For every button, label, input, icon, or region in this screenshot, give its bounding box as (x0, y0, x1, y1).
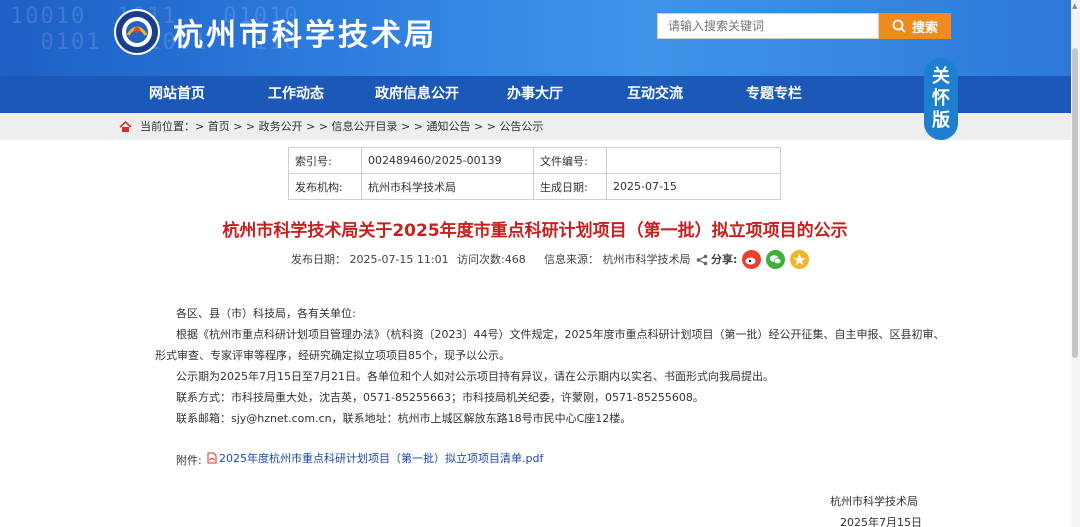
view-count: 访问次数:468 (457, 253, 526, 266)
generated-date-value: 2025-07-15 (606, 173, 781, 200)
pdf-icon (207, 452, 217, 464)
nav-item-service-hall[interactable]: 办事大厅 (507, 76, 563, 113)
attachment-label: 附件: (176, 454, 202, 467)
table-row: 发布机构: 杭州市科学技术局 生成日期: 2025-07-15 (288, 173, 781, 200)
signature-org: 杭州市科学技术局 (830, 495, 918, 508)
file-number-value (606, 147, 781, 174)
info-source: 信息来源： 杭州市科学技术局 (544, 253, 691, 266)
site-logo-icon (114, 9, 160, 55)
share-label: 分享: (711, 253, 738, 266)
body-salutation: 各区、县（市）科技局，各有关单位: (176, 307, 356, 320)
publisher-value: 杭州市科学技术局 (361, 173, 534, 200)
publisher-label: 发布机构: (288, 173, 362, 200)
body-paragraph: 联系邮箱：sjy@hznet.com.cn，联系地址：杭州市上城区解放东路18号… (176, 412, 632, 425)
file-number-label: 文件编号: (533, 147, 607, 174)
table-row: 索引号: 002489460/2025-00139 文件编号: (288, 147, 781, 174)
body-paragraph: 根据《杭州市重点科研计划项目管理办法》（杭科资〔2023〕44号）文件规定，20… (176, 328, 945, 341)
home-icon (119, 120, 132, 132)
breadcrumb-trail[interactable]: 当前位置：> 首页 > > 政务公开 > > 信息公开目录 > > 通知公告 >… (140, 113, 543, 140)
body-paragraph: 形式审查、专家评审等程序，经研究确定拟立项项目85个，现予以公示。 (155, 349, 510, 362)
search-button[interactable]: 搜索 (879, 13, 951, 39)
index-number-label: 索引号: (288, 147, 362, 174)
search-button-label: 搜索 (911, 20, 938, 36)
scrollbar-thumb[interactable] (1072, 48, 1078, 358)
qzone-share-icon[interactable] (790, 250, 809, 269)
care-badge-char: 版 (932, 110, 950, 131)
wechat-share-icon[interactable] (766, 250, 785, 269)
nav-item-home[interactable]: 网站首页 (149, 76, 205, 113)
publish-date: 发布日期： 2025-07-15 11:01 (291, 253, 449, 266)
nav-item-work-news[interactable]: 工作动态 (268, 76, 324, 113)
care-badge-char: 关 (932, 66, 950, 87)
article-title: 杭州市科学技术局关于2025年度市重点科研计划项目（第一批）拟立项项目的公示 (222, 221, 848, 241)
body-paragraph: 联系方式：市科技局重大处，沈吉英，0571-85255663；市科技局机关纪委，… (176, 391, 704, 404)
page: 10010 1011 01010 0101 1001 110 杭州市科学技术局 … (0, 0, 1080, 527)
index-number-value: 002489460/2025-00139 (361, 147, 534, 174)
document-info-table: 索引号: 002489460/2025-00139 文件编号: 发布机构: 杭州… (288, 147, 781, 200)
care-mode-badge[interactable]: 关 怀 版 (924, 58, 958, 140)
nav-item-gov-info[interactable]: 政府信息公开 (375, 76, 459, 113)
scroll-up-arrow-icon[interactable]: ▲ (1072, 2, 1077, 10)
body-paragraph: 公示期为2025年7月15日至7月21日。各单位和个人如对公示项目持有异议，请在… (176, 370, 774, 383)
nav-item-interaction[interactable]: 互动交流 (627, 76, 683, 113)
main-nav: 网站首页 工作动态 政府信息公开 办事大厅 互动交流 专题专栏 (0, 76, 1080, 113)
signature-date: 2025年7月15日 (840, 516, 922, 527)
nav-item-special-topics[interactable]: 专题专栏 (746, 76, 802, 113)
search-icon (892, 19, 906, 33)
share-icon (696, 254, 708, 266)
site-header: 10010 1011 01010 0101 1001 110 杭州市科学技术局 … (0, 0, 1080, 76)
site-title: 杭州市科学技术局 (173, 18, 437, 53)
generated-date-label: 生成日期: (533, 173, 607, 200)
search-input[interactable] (657, 13, 879, 39)
breadcrumb: 当前位置：> 首页 > > 政务公开 > > 信息公开目录 > > 通知公告 >… (0, 113, 1080, 140)
attachment-link[interactable]: 2025年度杭州市重点科研计划项目（第一批）拟立项项目清单.pdf (207, 450, 543, 466)
weibo-share-icon[interactable] (742, 250, 761, 269)
care-badge-char: 怀 (932, 88, 950, 109)
attachment-filename: 2025年度杭州市重点科研计划项目（第一批）拟立项项目清单.pdf (219, 452, 544, 465)
